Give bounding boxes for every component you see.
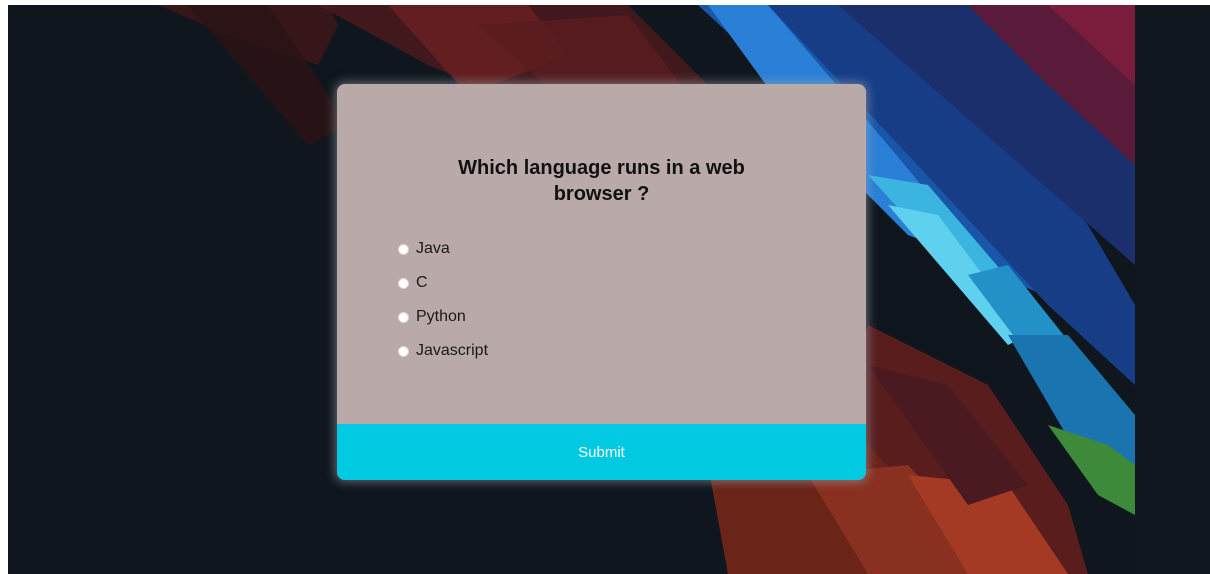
- answer-label: Javascript: [416, 342, 489, 359]
- question-line-2: browser ?: [553, 183, 650, 205]
- submit-button[interactable]: Submit: [337, 424, 866, 480]
- answer-option-java[interactable]: Java: [398, 232, 488, 266]
- answer-list: Java C Python Javascript: [398, 232, 488, 368]
- question-text: Which language runs in a web browser ?: [337, 155, 866, 207]
- answer-label: C: [416, 274, 428, 291]
- answer-label: Java: [416, 240, 450, 257]
- answer-option-javascript[interactable]: Javascript: [398, 334, 488, 368]
- radio-button[interactable]: [398, 345, 409, 357]
- answer-option-python[interactable]: Python: [398, 300, 488, 334]
- radio-button[interactable]: [398, 277, 409, 289]
- radio-button[interactable]: [398, 311, 409, 323]
- question-line-1: Which language runs in a web: [458, 157, 745, 179]
- right-margin: [1135, 5, 1210, 574]
- radio-button[interactable]: [398, 243, 409, 255]
- answer-option-c[interactable]: C: [398, 266, 488, 300]
- answer-label: Python: [416, 308, 466, 325]
- quiz-card: Which language runs in a web browser ? J…: [337, 84, 866, 480]
